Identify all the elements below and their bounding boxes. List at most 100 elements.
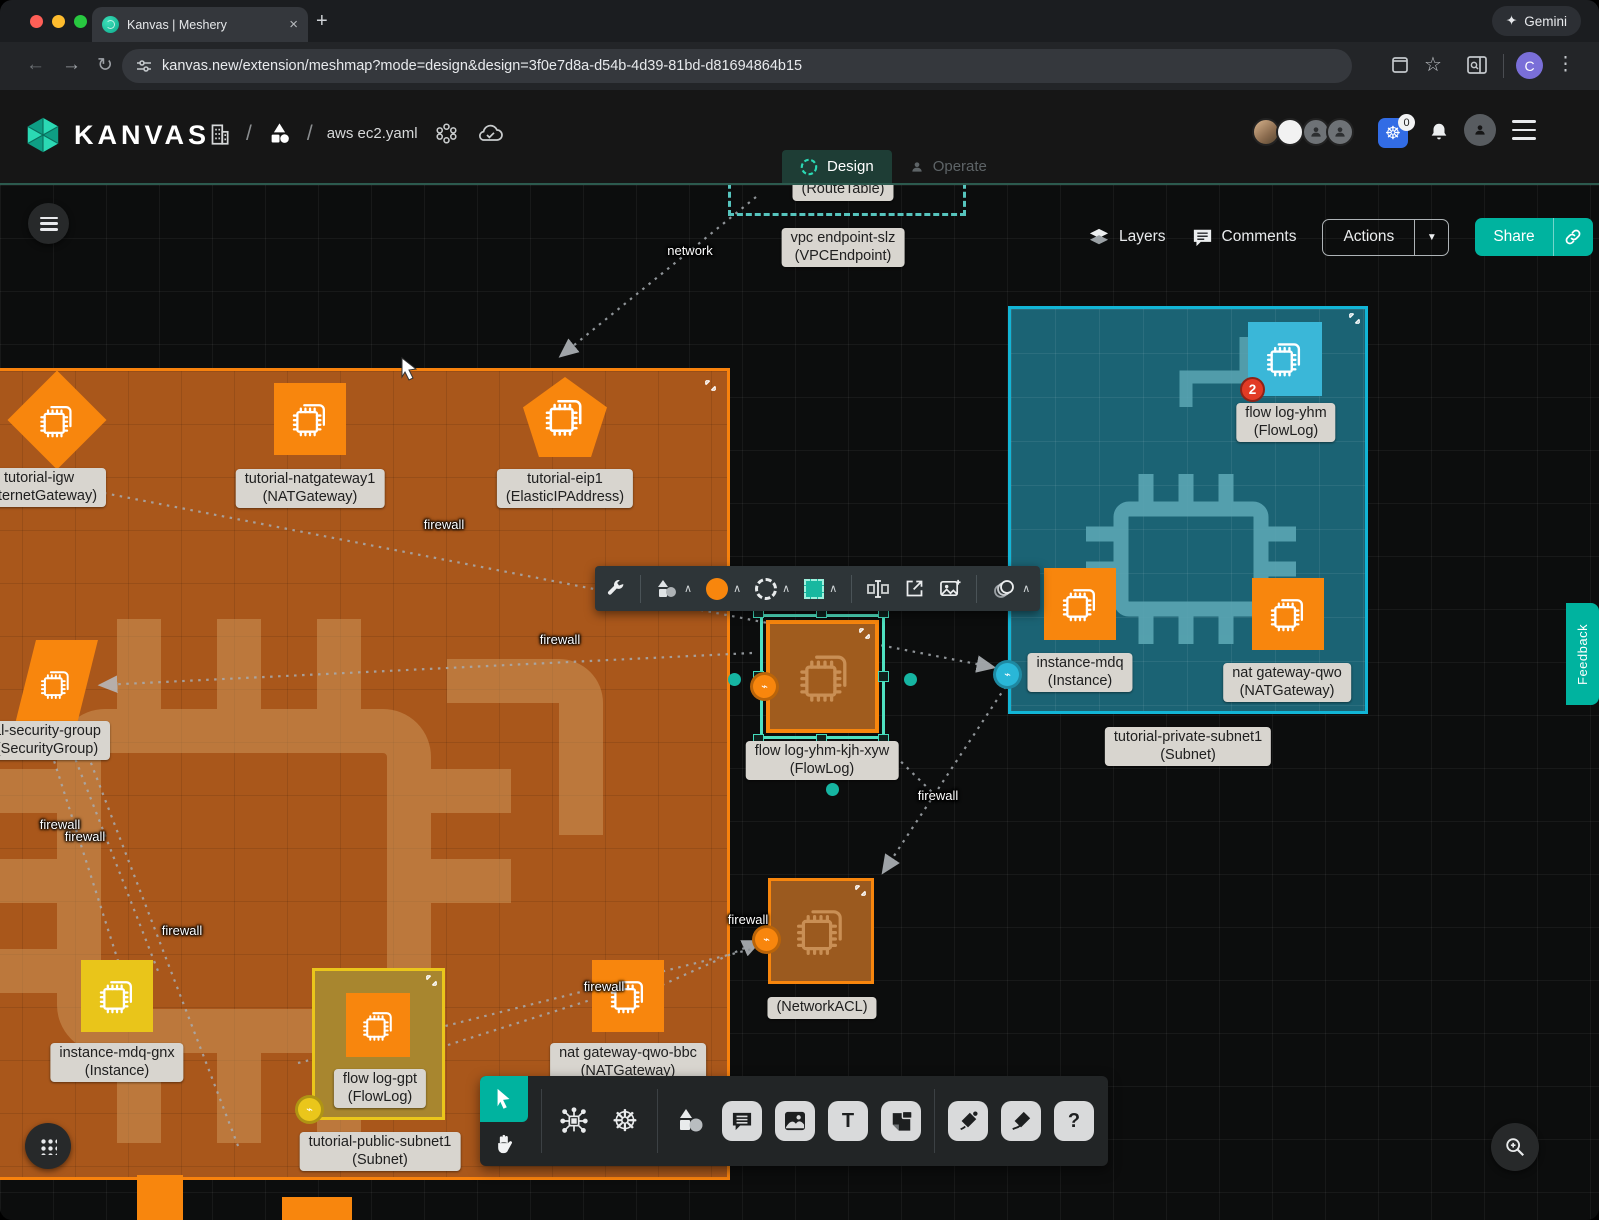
- node-label[interactable]: vpc endpoint-slz(VPCEndpoint): [782, 228, 905, 267]
- node-label[interactable]: tutorial-public-subnet1(Subnet): [300, 1132, 461, 1171]
- user-profile-avatar[interactable]: [1464, 114, 1496, 146]
- edge-label[interactable]: network: [667, 243, 713, 258]
- border-style-button[interactable]: ∧: [755, 578, 790, 600]
- node-instance-mdq[interactable]: [1044, 568, 1116, 640]
- collapse-icon[interactable]: [425, 974, 438, 987]
- edge-label[interactable]: firewall: [540, 632, 580, 647]
- app-menu-icon[interactable]: [1512, 120, 1536, 140]
- node-label[interactable]: tutorial-igw(InternetGateway): [0, 468, 106, 507]
- save-icon[interactable]: [1390, 55, 1410, 75]
- gemini-button[interactable]: ✦ Gemini: [1492, 6, 1581, 36]
- merge-flower-icon[interactable]: [434, 121, 459, 146]
- kubernetes-tool-button[interactable]: ☸: [606, 1101, 644, 1141]
- open-in-new-icon[interactable]: [904, 578, 925, 599]
- design-canvas[interactable]: 2 ⌁ ⌁ ⌁ ⌁ (RouteTable) vpc endpoint-slz(…: [0, 185, 1599, 1220]
- window-close-button[interactable]: [30, 15, 43, 28]
- configure-wrench-icon[interactable]: [605, 578, 626, 599]
- collapse-icon[interactable]: [858, 627, 871, 640]
- forward-button[interactable]: →: [62, 54, 81, 76]
- feedback-tab[interactable]: Feedback: [1566, 603, 1599, 705]
- cloud-sync-icon[interactable]: [475, 122, 505, 146]
- site-settings-icon[interactable]: [136, 58, 152, 74]
- shapes-menu-button[interactable]: ∧: [655, 578, 692, 600]
- comments-button[interactable]: Comments: [1192, 228, 1297, 247]
- organization-icon[interactable]: [206, 121, 232, 147]
- edge-pen-tool-button[interactable]: [948, 1101, 988, 1141]
- fill-color-button[interactable]: ∧: [706, 578, 741, 600]
- node-label[interactable]: instance-mdq-gnx(Instance): [50, 1043, 183, 1082]
- add-image-icon[interactable]: [939, 578, 962, 599]
- pan-tool-button[interactable]: [494, 1122, 514, 1166]
- tab-design[interactable]: Design: [782, 150, 892, 183]
- node-partial-1[interactable]: [137, 1175, 183, 1220]
- reload-button[interactable]: ↻: [97, 54, 113, 77]
- edge-anchor-badge[interactable]: ⌁: [295, 1095, 324, 1124]
- resize-handle[interactable]: [878, 671, 889, 682]
- collapse-icon[interactable]: [854, 884, 867, 897]
- zoom-search-button[interactable]: [1491, 1123, 1539, 1171]
- node-label[interactable]: al-security-group(SecurityGroup): [0, 721, 110, 760]
- tab-close-icon[interactable]: ×: [289, 16, 298, 33]
- actions-button[interactable]: Actions ▼: [1322, 219, 1449, 256]
- node-nat-gateway-1[interactable]: [274, 383, 346, 455]
- share-button[interactable]: Share: [1475, 218, 1592, 256]
- browser-tab[interactable]: Kanvas | Meshery ×: [92, 7, 308, 42]
- node-label[interactable]: (RouteTable): [792, 185, 893, 201]
- layers-button[interactable]: Layers: [1088, 227, 1166, 247]
- collaborator-avatar-4[interactable]: [1326, 118, 1354, 146]
- node-label[interactable]: flow log-gpt(FlowLog): [334, 1069, 426, 1108]
- edge-label[interactable]: firewall: [584, 979, 624, 994]
- kanvas-brand[interactable]: KANVAS: [24, 116, 210, 154]
- node-nat-gateway-qwo[interactable]: [1252, 578, 1324, 650]
- apps-grid-button[interactable]: [25, 1123, 71, 1169]
- node-label[interactable]: (NetworkACL): [767, 997, 876, 1019]
- canvas-menu-button[interactable]: [28, 203, 69, 244]
- edge-label[interactable]: firewall: [162, 923, 202, 938]
- edge-label[interactable]: firewall: [424, 517, 464, 532]
- actions-caret[interactable]: ▼: [1414, 220, 1448, 255]
- side-panel-icon[interactable]: [1466, 55, 1488, 75]
- actions-label[interactable]: Actions: [1323, 228, 1414, 246]
- edge-anchor-badge[interactable]: ⌁: [752, 925, 781, 954]
- node-partial-2[interactable]: [282, 1197, 352, 1220]
- help-tool-button[interactable]: ?: [1054, 1101, 1094, 1141]
- container-network-acl[interactable]: [768, 878, 874, 984]
- edge-anchor-badge[interactable]: ⌁: [993, 660, 1022, 689]
- node-label[interactable]: nat gateway-qwo(NATGateway): [1223, 663, 1351, 702]
- tab-operate[interactable]: Operate: [892, 150, 1005, 183]
- new-tab-button[interactable]: +: [316, 10, 328, 33]
- window-zoom-button[interactable]: [74, 15, 87, 28]
- group-style-button[interactable]: ∧: [991, 578, 1030, 600]
- back-button[interactable]: ←: [26, 54, 45, 76]
- node-label[interactable]: tutorial-private-subnet1(Subnet): [1105, 727, 1271, 766]
- select-tool-button[interactable]: [480, 1076, 528, 1122]
- chrome-profile-avatar[interactable]: C: [1516, 52, 1543, 79]
- comment-tool-button[interactable]: [722, 1101, 762, 1141]
- edge-anchor-badge[interactable]: ⌁: [750, 672, 779, 701]
- edge-label[interactable]: firewall: [728, 912, 768, 927]
- shapes-tool-button[interactable]: [671, 1101, 709, 1141]
- node-label[interactable]: instance-mdq(Instance): [1027, 653, 1132, 692]
- browser-menu-icon[interactable]: ⋮: [1556, 53, 1575, 76]
- address-bar[interactable]: kanvas.new/extension/meshmap?mode=design…: [122, 49, 1352, 83]
- node-flow-log-gpt[interactable]: [346, 993, 410, 1057]
- edge-label[interactable]: firewall: [65, 829, 105, 844]
- container-flow-log-selected[interactable]: [766, 620, 879, 733]
- node-label[interactable]: flow log-yhm-kjh-xyw(FlowLog): [746, 741, 899, 780]
- node-instance-gnx[interactable]: [81, 960, 153, 1032]
- note-tool-button[interactable]: [881, 1101, 921, 1141]
- node-label[interactable]: tutorial-natgateway1(NATGateway): [236, 469, 385, 508]
- copy-link-icon[interactable]: [1553, 218, 1593, 256]
- collaborator-avatar-2[interactable]: [1276, 118, 1304, 146]
- rename-icon[interactable]: [866, 579, 890, 599]
- designs-icon[interactable]: [266, 120, 293, 147]
- node-label[interactable]: flow log-yhm(FlowLog): [1236, 403, 1335, 442]
- node-label[interactable]: tutorial-eip1(ElasticIPAddress): [497, 469, 633, 508]
- notification-count-badge[interactable]: 2: [1240, 377, 1265, 402]
- notifications-bell-icon[interactable]: [1428, 120, 1450, 144]
- freehand-pen-tool-button[interactable]: [1001, 1101, 1041, 1141]
- edge-label[interactable]: firewall: [918, 788, 958, 803]
- node-nat-gateway-bbc[interactable]: [592, 960, 664, 1032]
- design-file-name[interactable]: aws ec2.yaml: [327, 125, 418, 142]
- window-minimize-button[interactable]: [52, 15, 65, 28]
